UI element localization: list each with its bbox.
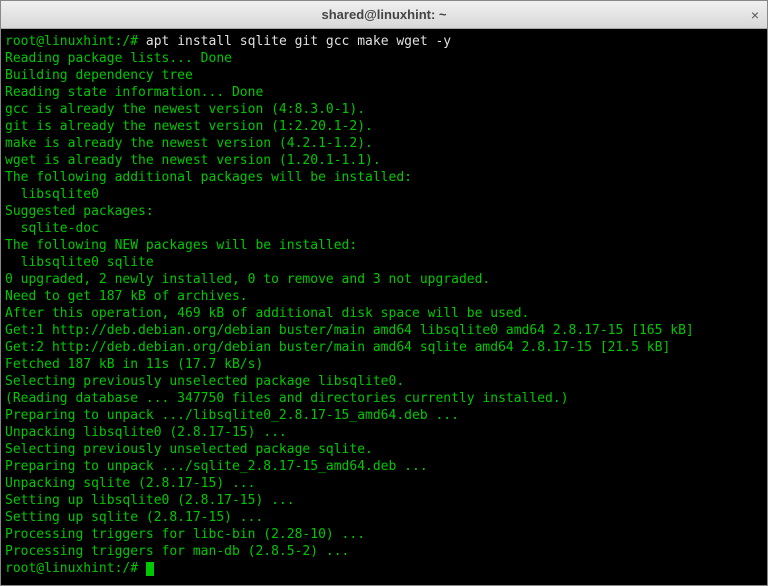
- close-icon[interactable]: ×: [751, 7, 759, 23]
- terminal-output-line: git is already the newest version (1:2.2…: [5, 118, 763, 135]
- terminal-output-line: The following additional packages will b…: [5, 169, 763, 186]
- terminal-output-line: Reading package lists... Done: [5, 50, 763, 67]
- terminal-output-line: Selecting previously unselected package …: [5, 441, 763, 458]
- terminal-prompt-line: root@linuxhint:/# apt install sqlite git…: [5, 33, 763, 50]
- terminal-output-line: make is already the newest version (4.2.…: [5, 135, 763, 152]
- terminal-output-line: sqlite-doc: [5, 220, 763, 237]
- terminal-output-line: Need to get 187 kB of archives.: [5, 288, 763, 305]
- terminal-output-line: Processing triggers for man-db (2.8.5-2)…: [5, 543, 763, 560]
- terminal-body[interactable]: root@linuxhint:/# apt install sqlite git…: [1, 29, 767, 585]
- prompt-text: root@linuxhint:/#: [5, 561, 146, 576]
- terminal-output-line: Preparing to unpack .../sqlite_2.8.17-15…: [5, 458, 763, 475]
- terminal-output-line: The following NEW packages will be insta…: [5, 237, 763, 254]
- terminal-output-line: Processing triggers for libc-bin (2.28-1…: [5, 526, 763, 543]
- prompt-text: root@linuxhint:/#: [5, 34, 146, 49]
- terminal-output-line: Unpacking libsqlite0 (2.8.17-15) ...: [5, 424, 763, 441]
- terminal-output-line: Get:2 http://deb.debian.org/debian buste…: [5, 339, 763, 356]
- terminal-output-line: Get:1 http://deb.debian.org/debian buste…: [5, 322, 763, 339]
- cursor-icon: [146, 562, 154, 576]
- terminal-output-line: Setting up sqlite (2.8.17-15) ...: [5, 509, 763, 526]
- terminal-prompt-line: root@linuxhint:/#: [5, 560, 763, 577]
- terminal-output-line: Suggested packages:: [5, 203, 763, 220]
- terminal-output-line: gcc is already the newest version (4:8.3…: [5, 101, 763, 118]
- terminal-output-line: Setting up libsqlite0 (2.8.17-15) ...: [5, 492, 763, 509]
- terminal-output-line: 0 upgraded, 2 newly installed, 0 to remo…: [5, 271, 763, 288]
- titlebar: shared@linuxhint: ~ ×: [1, 1, 767, 29]
- terminal-output-line: (Reading database ... 347750 files and d…: [5, 390, 763, 407]
- terminal-output-line: Building dependency tree: [5, 67, 763, 84]
- terminal-output-line: Fetched 187 kB in 11s (17.7 kB/s): [5, 356, 763, 373]
- window-title: shared@linuxhint: ~: [322, 7, 447, 22]
- terminal-output-line: Preparing to unpack .../libsqlite0_2.8.1…: [5, 407, 763, 424]
- terminal-output-line: Selecting previously unselected package …: [5, 373, 763, 390]
- command-text: apt install sqlite git gcc make wget -y: [146, 34, 451, 49]
- terminal-output-line: libsqlite0 sqlite: [5, 254, 763, 271]
- terminal-output-line: wget is already the newest version (1.20…: [5, 152, 763, 169]
- terminal-output-line: After this operation, 469 kB of addition…: [5, 305, 763, 322]
- terminal-output-line: libsqlite0: [5, 186, 763, 203]
- terminal-output: Reading package lists... DoneBuilding de…: [5, 50, 763, 560]
- terminal-output-line: Unpacking sqlite (2.8.17-15) ...: [5, 475, 763, 492]
- terminal-output-line: Reading state information... Done: [5, 84, 763, 101]
- terminal-window: shared@linuxhint: ~ × root@linuxhint:/# …: [0, 0, 768, 586]
